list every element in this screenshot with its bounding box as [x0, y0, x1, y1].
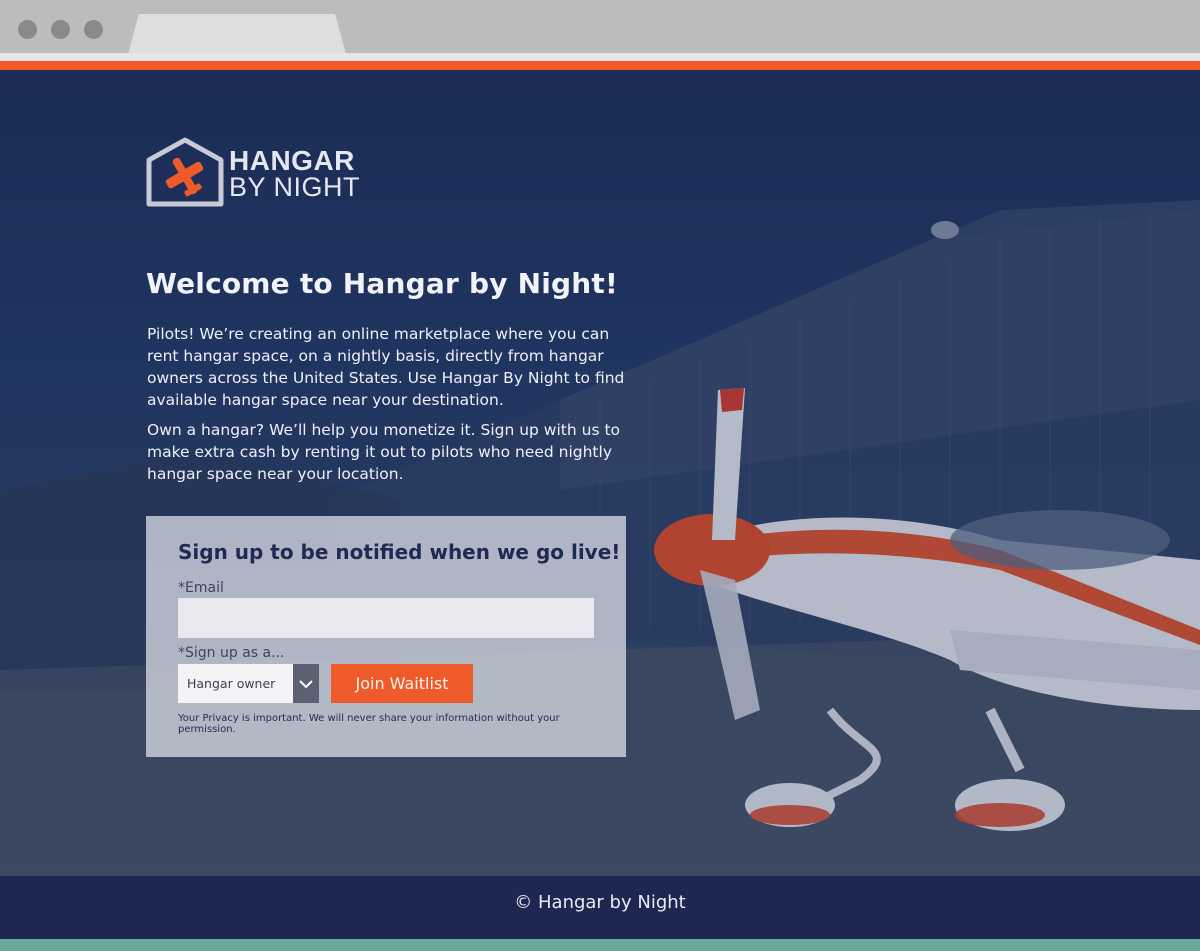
select-dropdown-button[interactable]: [293, 664, 319, 703]
signup-panel: Sign up to be notified when we go live! …: [146, 516, 626, 757]
email-label: *Email: [178, 580, 224, 596]
window-minimize-dot[interactable]: [51, 20, 70, 39]
role-select[interactable]: Hangar owner: [178, 664, 319, 703]
bottom-strip: [0, 939, 1200, 951]
hero-section: HANGAR BY NIGHT Welcome to Hangar by Nig…: [0, 70, 1200, 876]
browser-tab[interactable]: [128, 14, 346, 54]
join-waitlist-button[interactable]: Join Waitlist: [331, 664, 473, 703]
brand-line-1: HANGAR: [229, 145, 355, 176]
chevron-down-icon: [299, 679, 313, 688]
brand-line-2: BY NIGHT: [229, 172, 361, 202]
privacy-note: Your Privacy is important. We will never…: [178, 713, 560, 735]
email-field[interactable]: [178, 598, 594, 638]
intro-text: Pilots! We’re creating an online marketp…: [147, 323, 637, 493]
role-label: *Sign up as a...: [178, 645, 285, 661]
hangar-logo-icon: [146, 137, 224, 207]
brand-logo[interactable]: HANGAR BY NIGHT: [145, 136, 365, 208]
brand-wordmark: HANGAR BY NIGHT: [229, 145, 361, 202]
role-select-value: Hangar owner: [187, 676, 276, 691]
window-close-dot[interactable]: [18, 20, 37, 39]
browser-chrome: [0, 0, 1200, 61]
window-maximize-dot[interactable]: [84, 20, 103, 39]
address-bar-strip: [0, 53, 1200, 61]
footer: © Hangar by Night: [0, 876, 1200, 939]
signup-title: Sign up to be notified when we go live!: [178, 540, 621, 564]
intro-paragraph-pilots: Pilots! We’re creating an online marketp…: [147, 325, 625, 409]
footer-copyright: © Hangar by Night: [514, 892, 686, 913]
intro-paragraph-owners: Own a hangar? We’ll help you monetize it…: [147, 421, 621, 483]
page-title: Welcome to Hangar by Night!: [146, 267, 618, 300]
accent-bar: [0, 61, 1200, 70]
